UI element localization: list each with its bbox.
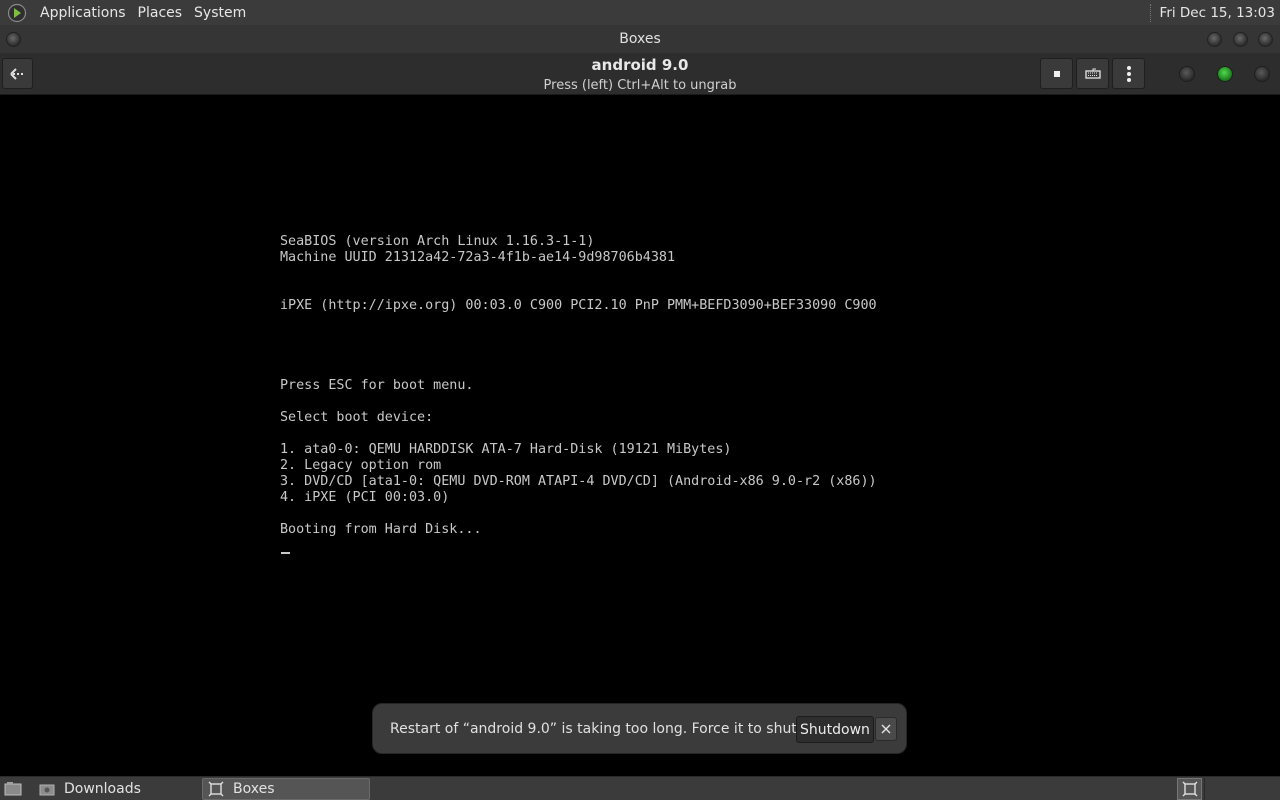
vertical-dots-icon xyxy=(1126,65,1131,82)
top-panel: Applications Places System Fri Dec 15, 1… xyxy=(0,0,1280,25)
stop-icon xyxy=(1053,70,1060,77)
system-menu[interactable]: System xyxy=(188,5,252,21)
console-line: SeaBIOS (version Arch Linux 1.16.3-1-1) xyxy=(280,234,595,249)
console-line: 2. Legacy option rom xyxy=(280,458,442,473)
clock[interactable]: Fri Dec 15, 13:03 xyxy=(1160,5,1275,21)
shutdown-button[interactable]: Shutdown xyxy=(796,716,874,743)
boot-console-text: SeaBIOS (version Arch Linux 1.16.3-1-1) M… xyxy=(280,234,877,538)
status-indicator-gray-icon xyxy=(1179,66,1195,82)
boxes-app-icon xyxy=(1182,781,1197,797)
status-indicator-green-icon xyxy=(1217,66,1233,82)
dismiss-notification-button[interactable] xyxy=(875,717,897,741)
panel-separator xyxy=(1149,3,1152,22)
stop-button[interactable] xyxy=(1040,58,1073,89)
window-menu-icon[interactable] xyxy=(6,32,21,47)
window-title: Boxes xyxy=(619,31,661,47)
close-icon xyxy=(881,724,891,734)
console-line: Machine UUID 21312a42-72a3-4f1b-ae14-9d9… xyxy=(280,250,676,265)
show-desktop-button[interactable] xyxy=(2,779,24,799)
console-line: Select boot device: xyxy=(280,410,434,425)
workspace-1-button[interactable] xyxy=(1177,778,1202,800)
bottom-panel: Downloads Boxes xyxy=(0,776,1280,800)
header-bar: android 9.0 Press (left) Ctrl+Alt to ung… xyxy=(0,53,1280,95)
maximize-icon[interactable] xyxy=(1233,32,1248,47)
show-desktop-icon xyxy=(4,782,22,796)
close-window-icon[interactable] xyxy=(1258,32,1273,47)
console-line: 3. DVD/CD [ata1-0: QEMU DVD-ROM ATAPI-4 … xyxy=(280,474,877,489)
console-line: iPXE (http://ipxe.org) 00:03.0 C900 PCI2… xyxy=(280,298,877,313)
workspace-2-button[interactable] xyxy=(1204,778,1229,800)
shutdown-notification: Restart of “android 9.0” is taking too l… xyxy=(372,703,907,754)
keyboard-button[interactable] xyxy=(1076,58,1109,89)
keyboard-icon xyxy=(1084,68,1101,79)
window-titlebar[interactable]: Boxes xyxy=(0,25,1280,53)
folder-icon xyxy=(39,781,55,797)
boxes-app-icon xyxy=(208,781,224,797)
more-options-button[interactable] xyxy=(1112,58,1145,89)
console-line: Booting from Hard Disk... xyxy=(280,522,482,537)
console-line: 4. iPXE (PCI 00:03.0) xyxy=(280,490,450,505)
status-indicator-gray-icon xyxy=(1254,66,1270,82)
vm-display[interactable]: SeaBIOS (version Arch Linux 1.16.3-1-1) M… xyxy=(0,96,1280,774)
distro-logo-icon[interactable] xyxy=(6,2,28,24)
console-line: 1. ata0-0: QEMU HARDDISK ATA-7 Hard-Disk… xyxy=(280,442,732,457)
places-menu[interactable]: Places xyxy=(132,5,189,21)
text-cursor xyxy=(281,552,290,554)
minimize-icon[interactable] xyxy=(1207,32,1222,47)
taskbar-item-boxes[interactable]: Boxes xyxy=(202,778,370,800)
notification-message: Restart of “android 9.0” is taking too l… xyxy=(390,720,843,737)
applications-menu[interactable]: Applications xyxy=(34,5,132,21)
taskbar-item-downloads[interactable]: Downloads xyxy=(34,778,199,800)
console-line: Press ESC for boot menu. xyxy=(280,378,474,393)
taskbar-item-label: Downloads xyxy=(64,781,141,797)
taskbar-item-label: Boxes xyxy=(233,781,275,797)
